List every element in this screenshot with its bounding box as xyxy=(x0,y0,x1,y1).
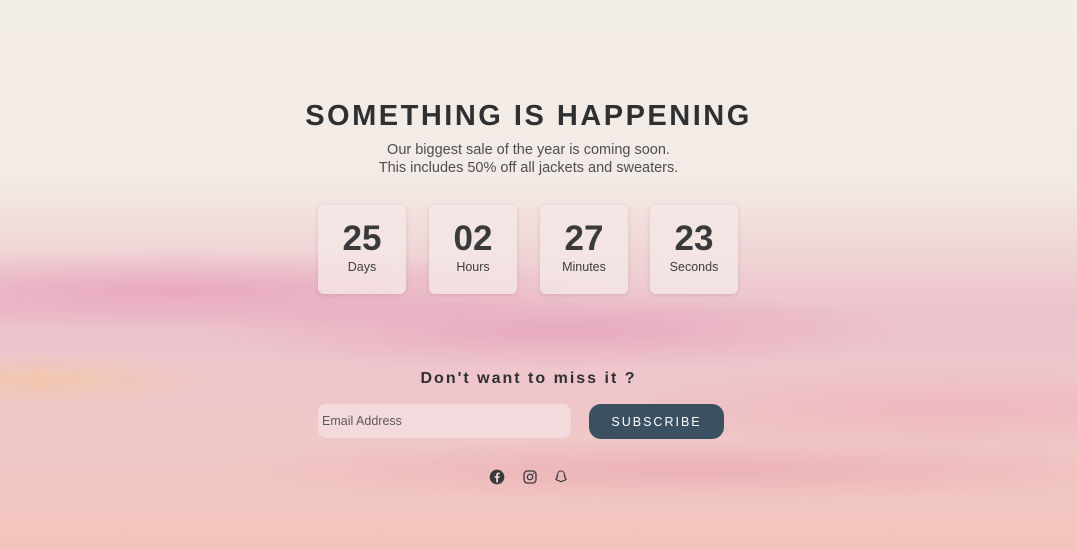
newsletter-heading: Don't want to miss it ? xyxy=(420,370,637,387)
hours-value: 02 xyxy=(453,219,493,258)
snapchat-link[interactable] xyxy=(552,468,570,486)
instagram-icon xyxy=(523,470,537,484)
minutes-label: Minutes xyxy=(562,260,606,274)
page-title: SOMETHING IS HAPPENING xyxy=(305,100,752,132)
hours-label: Hours xyxy=(456,260,490,274)
coming-soon-page: SOMETHING IS HAPPENING Our biggest sale … xyxy=(0,0,1077,550)
facebook-link[interactable] xyxy=(488,468,506,486)
email-input[interactable] xyxy=(318,404,571,438)
countdown-seconds: 23 Seconds xyxy=(650,205,738,294)
minutes-value: 27 xyxy=(564,219,604,258)
facebook-icon xyxy=(489,469,505,485)
days-value: 25 xyxy=(342,219,382,258)
subtitle-line-1: Our biggest sale of the year is coming s… xyxy=(387,142,670,158)
countdown-timer: 25 Days 02 Hours 27 Minutes 23 Seconds xyxy=(318,205,740,295)
subscribe-button[interactable]: SUBSCRIBE xyxy=(589,404,724,439)
days-label: Days xyxy=(347,260,377,274)
page-subtitle: Our biggest sale of the year is coming s… xyxy=(0,141,1057,177)
seconds-value: 23 xyxy=(674,219,714,258)
social-links xyxy=(488,468,572,486)
countdown-days: 25 Days xyxy=(318,205,406,294)
snapchat-icon xyxy=(555,470,567,483)
countdown-minutes: 27 Minutes xyxy=(540,205,628,294)
seconds-label: Seconds xyxy=(669,260,719,274)
instagram-link[interactable] xyxy=(521,468,539,486)
countdown-hours: 02 Hours xyxy=(429,205,517,294)
subtitle-line-2: This includes 50% off all jackets and sw… xyxy=(378,160,679,176)
